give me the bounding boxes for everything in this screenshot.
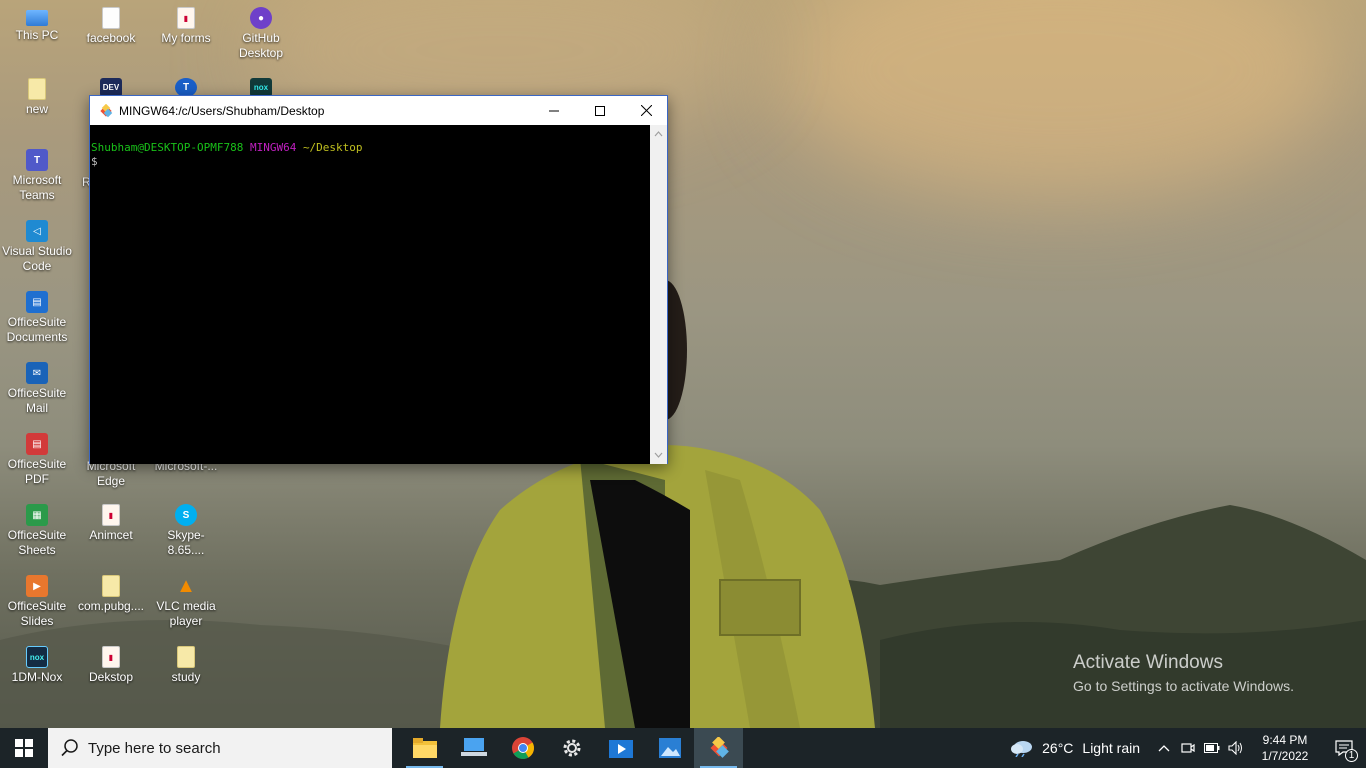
volume-button[interactable] [1224,741,1248,755]
prompt-user: Shubham@DESKTOP-OPMF788 [91,141,244,154]
action-center-button[interactable]: 1 [1322,728,1366,768]
vscode-icon: ◁ [26,220,48,242]
settings-icon [563,739,580,757]
desktop-icon-vscode[interactable]: ◁ Visual Studio Code [0,213,74,281]
taskbar-settings[interactable] [547,728,596,768]
close-button[interactable] [623,96,669,125]
taskbar: Type here to search 26°C Light rain 9:44… [0,728,1366,768]
photos-icon [658,738,681,758]
weather-desc: Light rain [1082,740,1140,756]
taskbar-photos[interactable] [645,728,694,768]
activate-subtitle: Go to Settings to activate Windows. [1073,678,1294,694]
prompt-env: MINGW64 [249,141,297,154]
computer-icon [26,10,48,26]
prompt-symbol: $ [91,155,98,168]
clock-button[interactable]: 9:44 PM 1/7/2022 [1248,732,1322,764]
taskbar-file-explorer[interactable] [400,728,449,768]
chrome-icon [511,737,534,759]
folder-icon [177,646,195,668]
git-bash-icon [99,103,113,118]
folder-icon [28,78,46,100]
search-icon [60,738,80,758]
scrollbar-arrows [654,131,663,458]
git-bash-icon [710,737,729,758]
desktop-icon-1dm-nox[interactable]: nox 1DM-Nox [0,639,74,707]
git-bash-window[interactable]: MINGW64:/c/Users/Shubham/Desktop Shubham… [89,95,668,464]
show-hidden-icons-button[interactable] [1152,744,1176,752]
file-explorer-icon [412,738,437,758]
desktop-icon-officesuite-mail[interactable]: ✉ OfficeSuite Mail [0,355,74,423]
pdf-document-icon: ▮ [102,646,120,668]
weather-widget[interactable]: 26°C Light rain [1010,739,1140,757]
meet-now-button[interactable] [1176,741,1200,755]
teams-icon: T [26,149,48,171]
desktop-icon-skype-installer[interactable]: S Skype-8.65.... [149,497,223,565]
speaker-icon [1228,741,1242,755]
desktop-icon-officesuite-documents[interactable]: ▤ OfficeSuite Documents [0,284,74,352]
maximize-button[interactable] [577,96,623,125]
pdf-document-icon: ▮ [177,7,195,29]
skype-installer-icon: S [175,504,197,526]
officesuite-pdf-icon: ▤ [26,433,48,455]
media-player-icon [608,740,633,758]
desktop-icon-github-desktop[interactable]: ● GitHub Desktop [224,0,298,68]
desktop-icon-microsoft-teams[interactable]: T Microsoft Teams [0,142,74,210]
officesuite-mail-icon: ✉ [26,362,48,384]
pdf-document-icon: ▮ [102,504,120,526]
desktop-icon-facebook[interactable]: facebook [74,0,148,68]
battery-icon [1204,743,1220,753]
start-button[interactable] [0,728,48,768]
window-title: MINGW64:/c/Users/Shubham/Desktop [119,103,325,118]
desktop-icon-my-forms[interactable]: ▮ My forms [149,0,223,68]
minimize-button[interactable] [531,96,577,125]
vlc-icon: ▲ [176,574,196,597]
window-titlebar[interactable]: MINGW64:/c/Users/Shubham/Desktop [90,96,667,125]
this-pc-icon [460,738,487,756]
minimize-icon [549,110,559,111]
desktop-icon-study[interactable]: study [149,639,223,707]
taskbar-this-pc[interactable] [449,728,498,768]
desktop-icon-vlc[interactable]: ▲ VLC media player [149,568,223,636]
activate-windows-watermark: Activate Windows Go to Settings to activ… [1073,651,1294,696]
desktop-icon-new[interactable]: new [0,71,74,139]
officesuite-sheets-icon: ▦ [26,504,48,526]
weather-temp: 26°C [1042,740,1074,756]
maximize-icon [595,105,605,116]
nox-icon: nox [26,646,48,668]
notification-count-badge: 1 [1345,749,1358,762]
officesuite-documents-icon: ▤ [26,291,48,313]
activate-title: Activate Windows [1073,652,1223,673]
windows-logo-icon [15,739,33,757]
vertical-scrollbar[interactable] [650,125,667,464]
meet-now-icon [1181,743,1195,753]
taskbar-chrome[interactable] [498,728,547,768]
clock-date: 1/7/2022 [1261,749,1309,763]
taskbar-media-player[interactable] [596,728,645,768]
clock-time: 9:44 PM [1262,733,1308,747]
battery-button[interactable] [1200,743,1224,753]
desktop-icon-this-pc[interactable]: This PC [0,0,74,68]
desktop-icon-animcet[interactable]: ▮ Animcet [74,497,148,565]
prompt-line: Shubham@DESKTOP-OPMF788 MINGW64 ~/Deskto… [91,141,651,155]
desktop-icon-com-pubg[interactable]: com.pubg.... [74,568,148,636]
taskbar-search-box[interactable]: Type here to search [48,728,392,768]
system-tray: 26°C Light rain 9:44 PM 1/7/2022 1 [1010,728,1366,768]
desktop-icon-officesuite-slides[interactable]: ▶ OfficeSuite Slides [0,568,74,636]
officesuite-slides-icon: ▶ [26,575,48,597]
prompt-path: ~/Desktop [302,141,363,154]
terminal-output[interactable]: Shubham@DESKTOP-OPMF788 MINGW64 ~/Deskto… [90,125,651,464]
close-icon [640,105,652,116]
desktop-icon-officesuite-sheets[interactable]: ▦ OfficeSuite Sheets [0,497,74,565]
folder-icon [102,575,120,597]
document-icon [102,7,120,29]
taskbar-git-bash[interactable] [694,728,743,768]
chevron-up-icon [1158,745,1170,752]
cloud-rain-icon [1011,741,1033,757]
github-desktop-icon: ● [250,7,272,29]
desktop-icon-officesuite-pdf[interactable]: ▤ OfficeSuite PDF [0,426,74,494]
search-placeholder: Type here to search [88,739,221,757]
desktop-icon-dekstop[interactable]: ▮ Dekstop [74,639,148,707]
